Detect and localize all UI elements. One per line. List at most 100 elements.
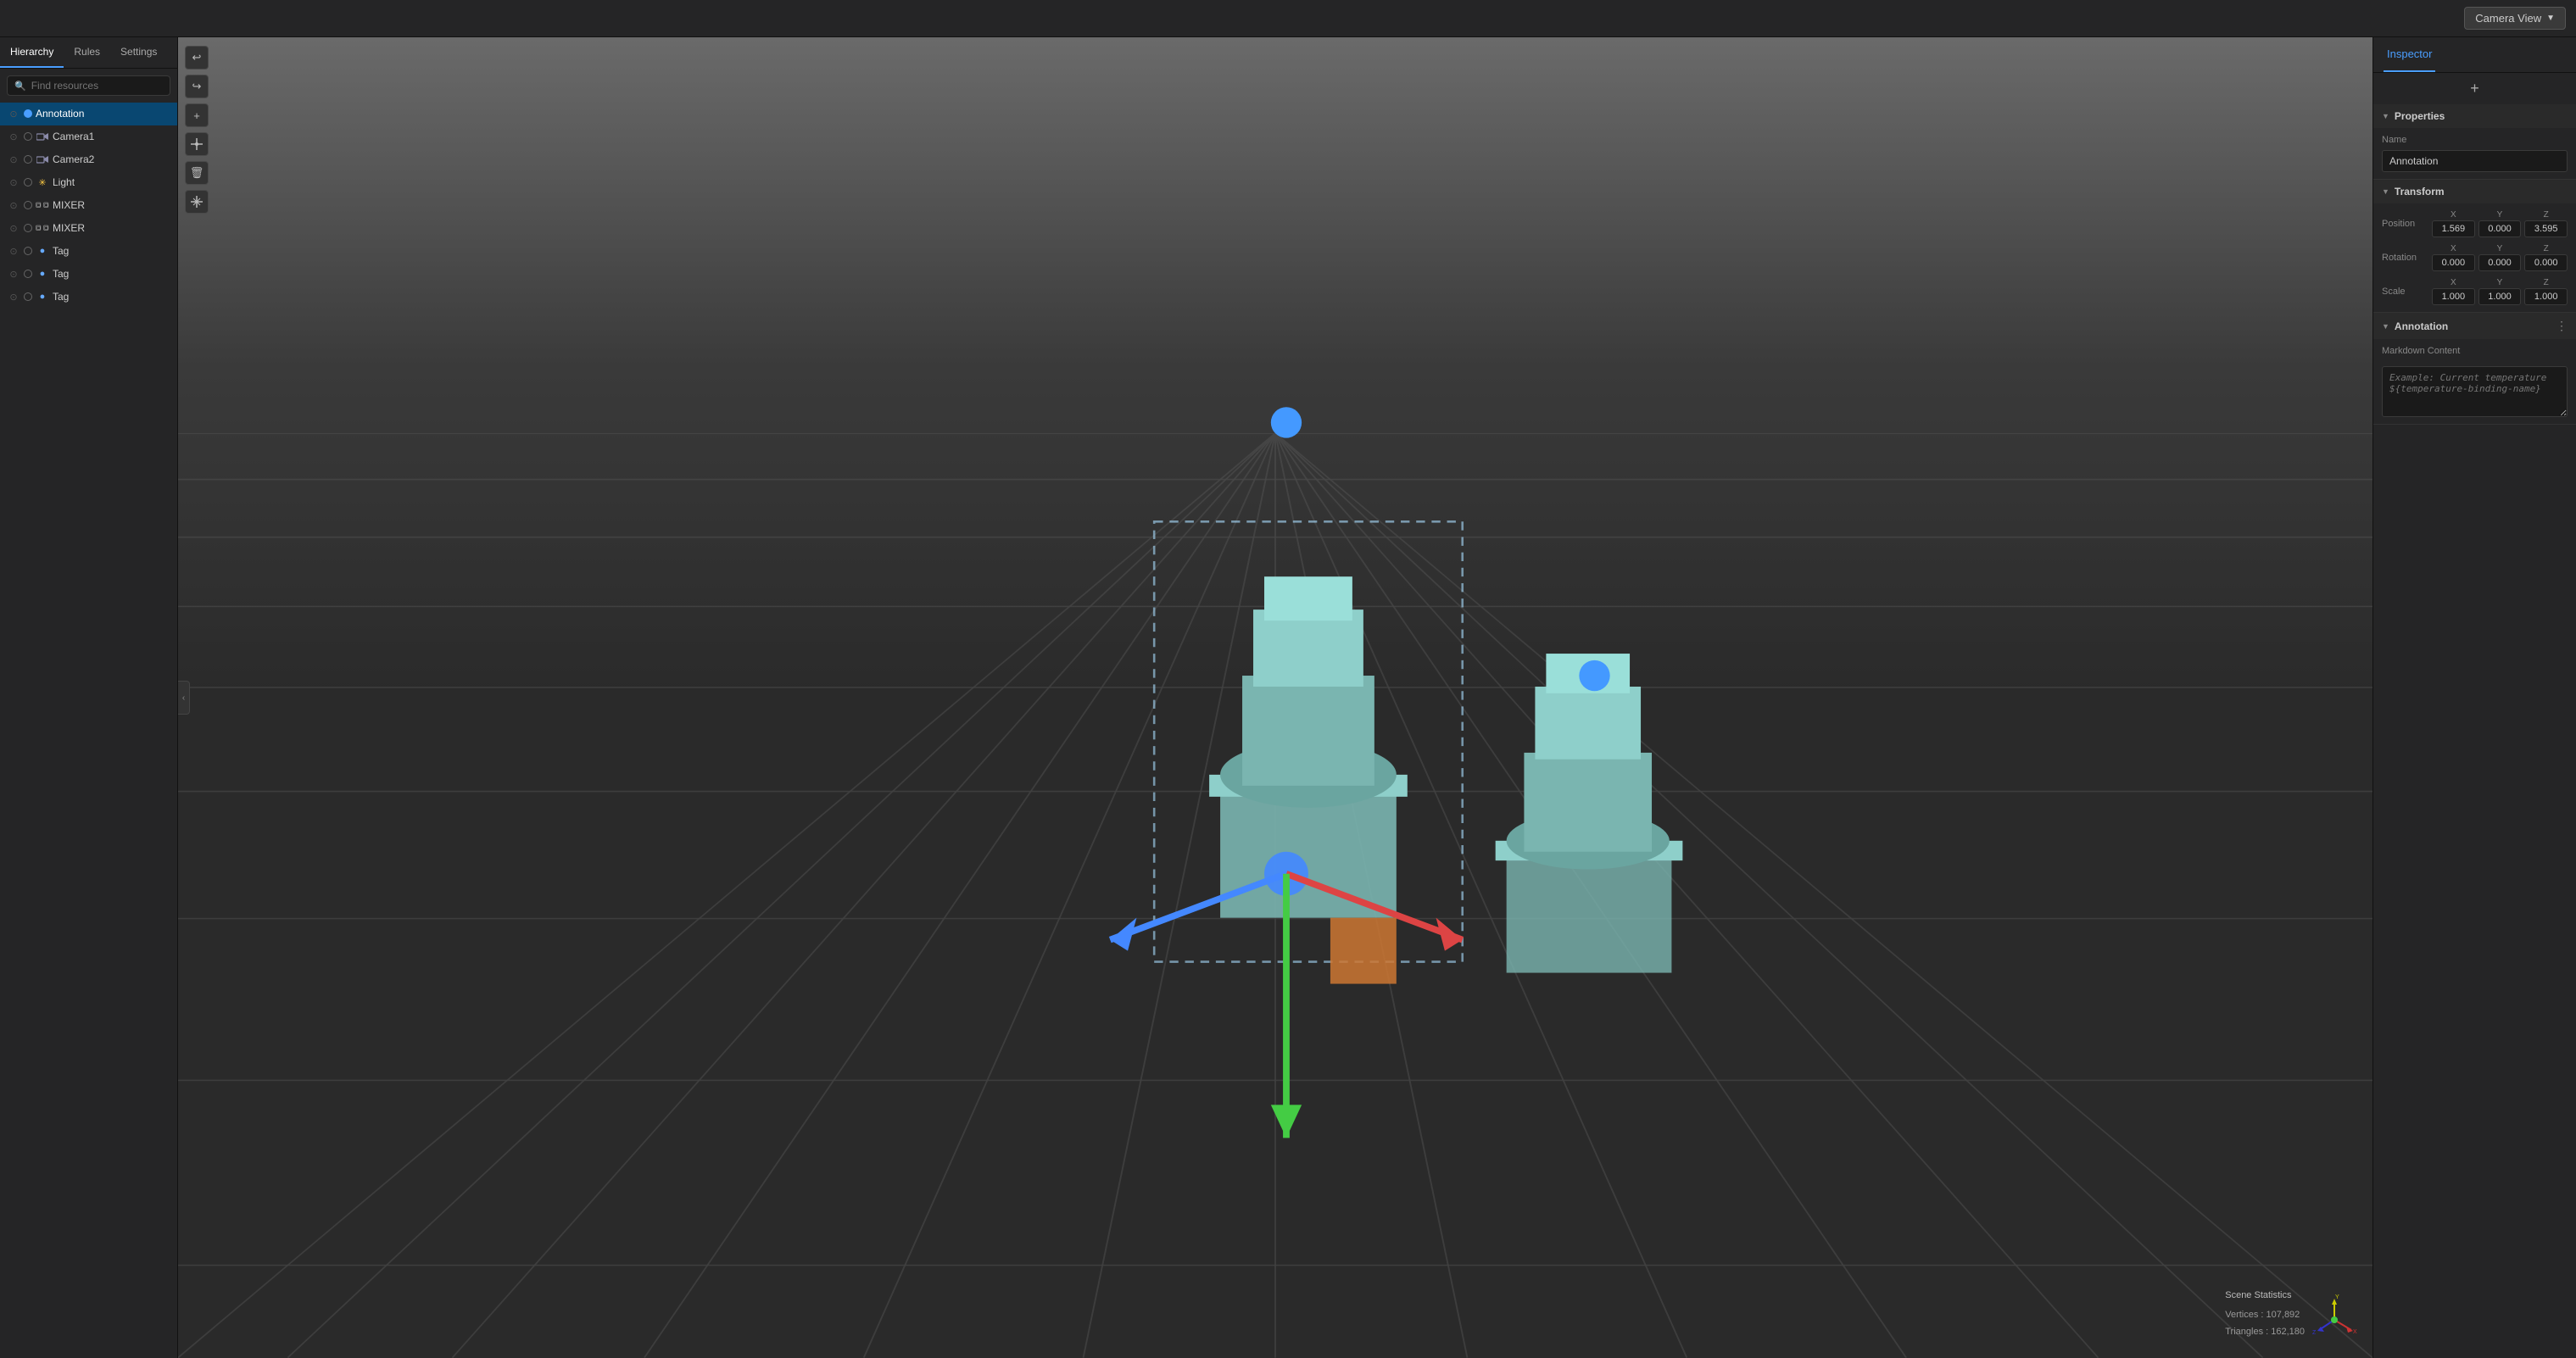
search-box: 🔍 (7, 75, 170, 96)
position-inputs: X Y Z (2432, 210, 2568, 237)
item-circle-camera2 (24, 155, 32, 164)
inspector-panel: Inspector + ▼ Properties Name ▼ Transfor… (2372, 37, 2576, 1358)
item-dot-icon: ⊙ (7, 267, 20, 281)
position-label: Position (2382, 219, 2428, 229)
annotation-section-body: Markdown Content (2373, 339, 2576, 424)
undo-button[interactable]: ↩ (185, 46, 209, 70)
scale-x-input[interactable] (2432, 288, 2475, 305)
annotation-menu-button[interactable]: ⋮ (2556, 319, 2568, 333)
hierarchy-item-light[interactable]: ⊙ ✳ Light 👁 (0, 171, 177, 194)
redo-button[interactable]: ↪ (185, 75, 209, 98)
mesh-icon-mixer2 (36, 221, 49, 235)
viewport[interactable]: ↩ ↪ + 🗑 ‹ (178, 37, 2372, 1358)
hierarchy-item-tag3[interactable]: ⊙ ● Tag 👁 (0, 286, 177, 309)
properties-section-label: Properties (2395, 110, 2445, 122)
hierarchy-item-camera2[interactable]: ⊙ Camera2 👁 (0, 148, 177, 171)
item-dot-icon: ⊙ (7, 130, 20, 143)
annotation-section-label: Annotation (2395, 320, 2448, 332)
camera-view-button[interactable]: Camera View ▼ (2464, 7, 2566, 30)
item-circle-tag3 (24, 292, 32, 301)
viewport-scene: Scene Statistics Vertices : 107,892 Tria… (178, 37, 2372, 1358)
viewport-toolbar: ↩ ↪ + 🗑 (185, 46, 209, 214)
scale-row: Scale X Y Z (2382, 278, 2568, 305)
position-y-field: Y (2478, 210, 2522, 237)
item-circle-tag2 (24, 270, 32, 278)
position-x-input[interactable] (2432, 220, 2475, 237)
properties-chevron-icon: ▼ (2382, 112, 2389, 120)
rotation-x-input[interactable] (2432, 254, 2475, 271)
camera-view-label: Camera View (2475, 12, 2541, 25)
rotation-y-axis-label: Y (2497, 244, 2503, 253)
rotation-row: Rotation X Y Z (2382, 244, 2568, 271)
transform-button[interactable] (185, 132, 209, 156)
rotation-z-input[interactable] (2524, 254, 2568, 271)
search-input[interactable] (31, 80, 163, 92)
tab-settings[interactable]: Settings (110, 37, 167, 68)
svg-text:Y: Y (2335, 1294, 2339, 1300)
inspector-tab[interactable]: Inspector (2384, 37, 2435, 72)
vertices-count: Vertices : 107,892 (2225, 1307, 2305, 1324)
annotation-chevron-icon: ▼ (2382, 322, 2389, 331)
scene-stats-label: Scene Statistics (2225, 1288, 2305, 1305)
hierarchy-item-camera1[interactable]: ⊙ Camera1 👁 (0, 125, 177, 148)
properties-section-body: Name (2373, 128, 2576, 179)
scale-z-input[interactable] (2524, 288, 2568, 305)
tag-icon-3: ● (36, 290, 49, 303)
position-y-input[interactable] (2478, 220, 2522, 237)
inspector-tabs: Inspector (2384, 37, 2566, 72)
annotation-section-header[interactable]: ▼ Annotation ⋮ (2373, 313, 2576, 339)
collapse-sidebar-button[interactable]: ‹ (178, 681, 190, 715)
main-layout: Hierarchy Rules Settings 🔍 ⊙ Annotation … (0, 37, 2576, 1358)
transform-chevron-icon: ▼ (2382, 187, 2389, 196)
hierarchy-item-mixer2[interactable]: ⊙ MIXER 👁 (0, 217, 177, 240)
triangles-count: Triangles : 162,180 (2225, 1324, 2305, 1341)
position-z-input[interactable] (2524, 220, 2568, 237)
properties-section-header[interactable]: ▼ Properties (2373, 104, 2576, 128)
position-x-axis-label: X (2451, 210, 2456, 220)
tab-hierarchy[interactable]: Hierarchy (0, 37, 64, 68)
position-z-field: Z (2524, 210, 2568, 237)
item-circle-annotation (24, 109, 32, 118)
camera-icon-camera2 (36, 153, 49, 166)
rotation-label: Rotation (2382, 253, 2428, 263)
hierarchy-item-tag2[interactable]: ⊙ ● Tag 👁 (0, 263, 177, 286)
add-component-button[interactable]: + (2373, 73, 2576, 104)
axis-indicator: Y X Z (2309, 1294, 2360, 1345)
transform-section-body: Position X Y Z (2373, 203, 2576, 312)
hierarchy-item-annotation[interactable]: ⊙ Annotation 👁 (0, 103, 177, 125)
add-object-button[interactable]: + (185, 103, 209, 127)
rotation-x-field: X (2432, 244, 2475, 271)
markdown-content-label: Markdown Content (2382, 346, 2568, 356)
markdown-content-input[interactable] (2382, 366, 2568, 417)
item-label-tag3: Tag (53, 291, 157, 303)
hierarchy-item-tag1[interactable]: ⊙ ● Tag 👁 (0, 240, 177, 263)
sidebar-tabs: Hierarchy Rules Settings (0, 37, 177, 69)
search-icon: 🔍 (14, 81, 26, 92)
delete-button[interactable]: 🗑 (185, 161, 209, 185)
annotation-section: ▼ Annotation ⋮ Markdown Content (2373, 313, 2576, 425)
scale-y-axis-label: Y (2497, 278, 2503, 287)
item-circle-light (24, 178, 32, 186)
item-dot-icon: ⊙ (7, 244, 20, 258)
item-label-light: Light (53, 176, 157, 188)
transform-section-header[interactable]: ▼ Transform (2373, 180, 2576, 203)
rotation-y-input[interactable] (2478, 254, 2522, 271)
item-label-annotation: Annotation (36, 108, 157, 120)
item-dot-icon: ⊙ (7, 107, 20, 120)
tab-rules[interactable]: Rules (64, 37, 110, 68)
item-label-mixer1: MIXER (53, 199, 157, 211)
properties-section: ▼ Properties Name (2373, 104, 2576, 180)
name-field-input[interactable] (2382, 150, 2568, 172)
item-circle-tag1 (24, 247, 32, 255)
transform-section-label: Transform (2395, 186, 2445, 198)
scale-x-field: X (2432, 278, 2475, 305)
scale-y-input[interactable] (2478, 288, 2522, 305)
item-label-camera1: Camera1 (53, 131, 157, 142)
scale-x-axis-label: X (2451, 278, 2456, 287)
move-button[interactable] (185, 190, 209, 214)
hierarchy-item-mixer1[interactable]: ⊙ MIXER 👁 (0, 194, 177, 217)
hierarchy-list: ⊙ Annotation 👁 ⊙ Camera1 👁 ⊙ (0, 103, 177, 1358)
rotation-z-field: Z (2524, 244, 2568, 271)
position-x-field: X (2432, 210, 2475, 237)
item-label-tag1: Tag (53, 245, 157, 257)
